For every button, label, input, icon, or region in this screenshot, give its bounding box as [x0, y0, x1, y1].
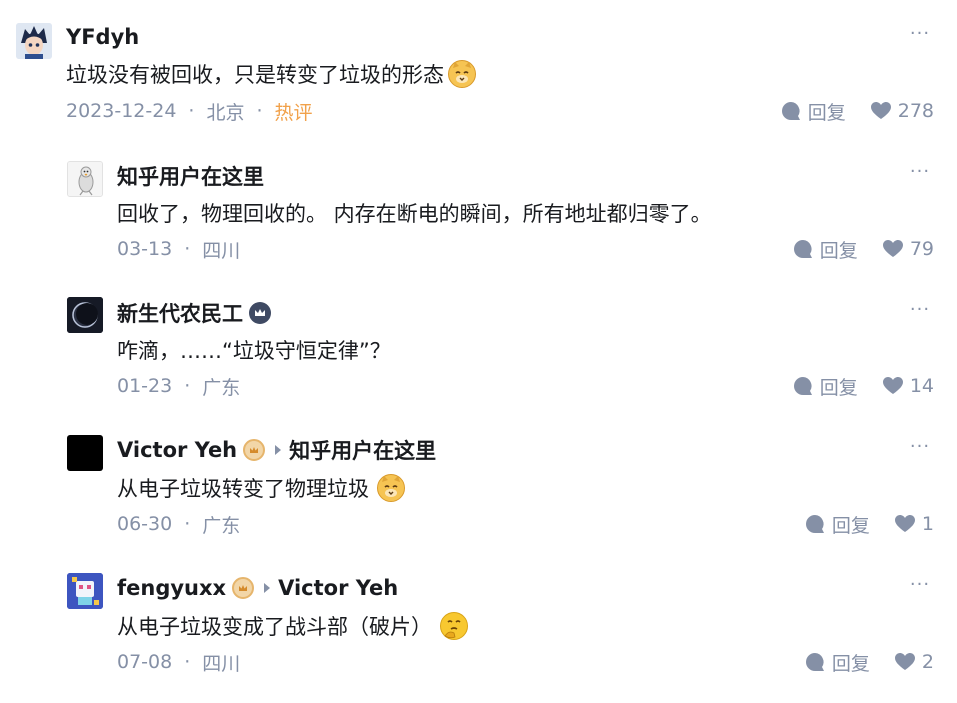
reply-item: fengyuxx Victor Yeh ··· 从电子垃圾变成了战斗部（破片） … [0, 554, 957, 703]
reply-to-username[interactable]: 知乎用户在这里 [289, 435, 436, 465]
comment-date: 2023-12-24 [66, 100, 177, 122]
heart-icon [894, 515, 915, 532]
reply-label: 回复 [819, 239, 858, 262]
like-count: 14 [909, 375, 934, 397]
heart-icon [894, 653, 915, 670]
reply-label: 回复 [831, 514, 870, 537]
reply-button[interactable]: 回复 [804, 511, 870, 538]
avatar[interactable] [67, 297, 103, 333]
separator-dot: · [184, 375, 191, 397]
like-button[interactable]: 79 [882, 238, 934, 260]
separator-dot: · [256, 100, 263, 122]
avatar[interactable] [67, 573, 103, 609]
like-count: 79 [909, 238, 934, 260]
reply-label: 回复 [819, 376, 858, 399]
reply-item: 新生代农民工 ··· 咋滴，……“垃圾守恒定律”？ 01-23 · 广东 回复 … [0, 278, 957, 416]
chat-bubble-icon [805, 515, 824, 533]
comment-location: 北京 [206, 101, 245, 124]
comment-date: 03-13 [117, 238, 173, 260]
cat-emoji [448, 60, 476, 88]
comment-date: 06-30 [117, 513, 173, 535]
username[interactable]: 知乎用户在这里 [117, 161, 264, 191]
like-button[interactable]: 278 [870, 100, 934, 122]
more-options-icon[interactable]: ··· [909, 575, 931, 601]
separator-dot: · [184, 513, 191, 535]
reply-item: 知乎用户在这里 ··· 回收了，物理回收的。 内存在断电的瞬间，所有地址都归零了… [0, 140, 957, 278]
comment-location: 广东 [202, 514, 241, 537]
hot-comment-tag: 热评 [274, 101, 313, 124]
username[interactable]: YFdyh [66, 25, 139, 49]
comment-location: 广东 [202, 376, 241, 399]
gold-badge-icon [243, 439, 266, 461]
comment-text: 从电子垃圾转变了物理垃圾 [117, 477, 369, 501]
reply-button[interactable]: 回复 [792, 373, 858, 400]
heart-icon [882, 240, 903, 257]
comment-date: 01-23 [117, 375, 173, 397]
separator-dot: · [184, 238, 191, 260]
comment-item: YFdyh ··· 垃圾没有被回收，只是转变了垃圾的形态 2023-12-24 … [0, 0, 957, 140]
comment-text: 从电子垃圾变成了战斗部（破片） [117, 615, 432, 639]
heart-icon [882, 377, 903, 394]
separator-dot: · [184, 651, 191, 673]
avatar[interactable] [16, 23, 52, 59]
comment-location: 四川 [202, 652, 241, 675]
heart-icon [870, 102, 891, 119]
reply-arrow-icon [264, 583, 271, 593]
comment-text: 咋滴，……“垃圾守恒定律”？ [117, 339, 391, 363]
like-button[interactable]: 1 [894, 513, 934, 535]
like-count: 278 [897, 100, 934, 122]
comment-location: 四川 [202, 239, 241, 262]
reply-to-username[interactable]: Victor Yeh [278, 576, 398, 600]
chat-bubble-icon [805, 653, 824, 671]
like-button[interactable]: 2 [894, 651, 934, 673]
more-options-icon[interactable]: ··· [909, 162, 931, 188]
avatar[interactable] [67, 161, 103, 197]
comment-text: 垃圾没有被回收，只是转变了垃圾的形态 [66, 63, 444, 87]
like-count: 2 [921, 651, 934, 673]
username[interactable]: fengyuxx [117, 576, 226, 600]
avatar[interactable] [67, 435, 103, 471]
comment-text: 回收了，物理回收的。 内存在断电的瞬间，所有地址都归零了。 [117, 202, 712, 226]
more-options-icon[interactable]: ··· [909, 300, 931, 326]
crown-badge-icon [249, 302, 271, 324]
reply-item: Victor Yeh 知乎用户在这里 ··· 从电子垃圾转变了物理垃圾 06-3… [0, 416, 957, 554]
reply-label: 回复 [807, 101, 846, 124]
username[interactable]: Victor Yeh [117, 438, 237, 462]
like-button[interactable]: 14 [882, 375, 934, 397]
like-count: 1 [921, 513, 934, 535]
reply-arrow-icon [275, 445, 282, 455]
chat-bubble-icon [781, 102, 800, 120]
username[interactable]: 新生代农民工 [117, 298, 243, 328]
reply-button[interactable]: 回复 [792, 236, 858, 263]
cat-emoji [377, 474, 405, 502]
reply-label: 回复 [831, 652, 870, 675]
comment-date: 07-08 [117, 651, 173, 673]
separator-dot: · [188, 100, 195, 122]
more-options-icon[interactable]: ··· [909, 24, 931, 50]
chat-bubble-icon [793, 240, 812, 258]
reply-button[interactable]: 回复 [804, 649, 870, 676]
gold-badge-icon [232, 577, 255, 599]
thinking-emoji [440, 612, 468, 640]
more-options-icon[interactable]: ··· [909, 437, 931, 463]
reply-button[interactable]: 回复 [780, 98, 846, 125]
chat-bubble-icon [793, 377, 812, 395]
